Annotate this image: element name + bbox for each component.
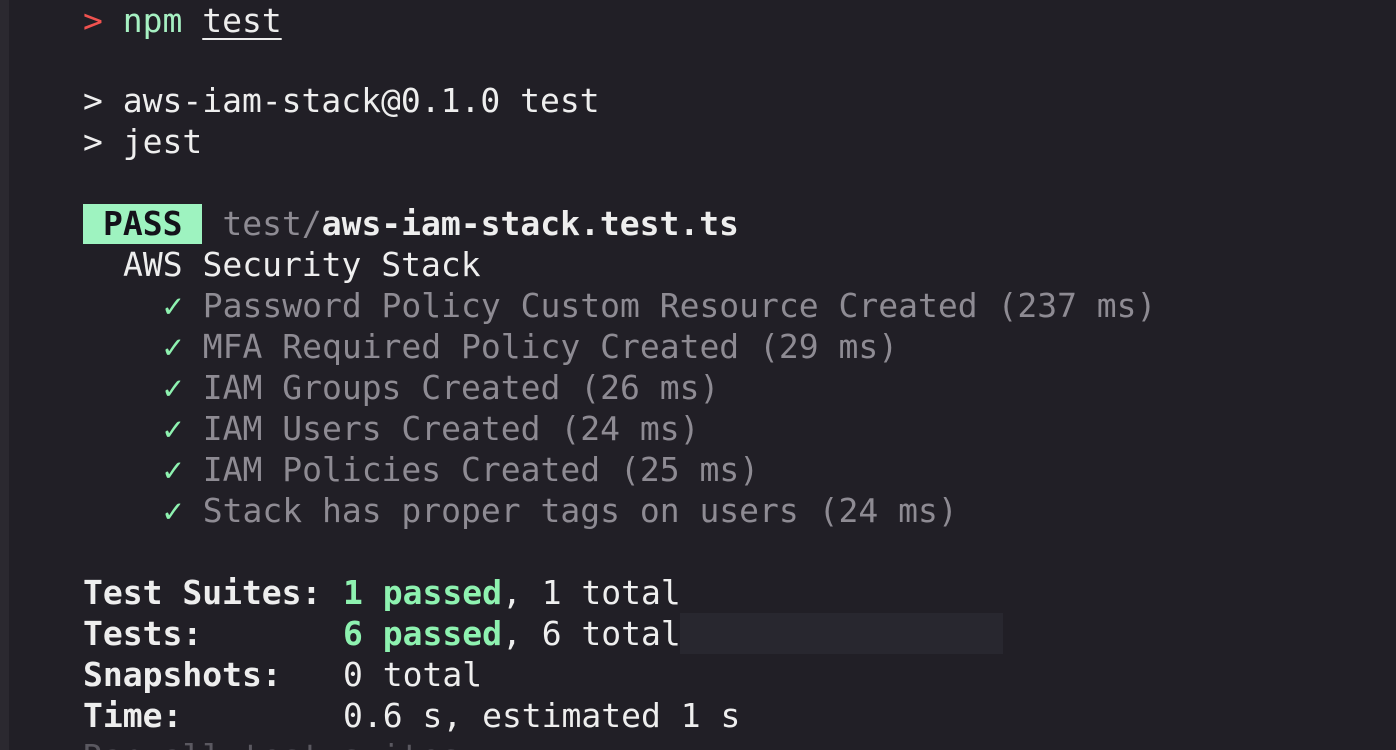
command-program: npm (122, 1, 183, 40)
summary-footer: Ran all test suites. (83, 736, 480, 750)
summary-time: Time: 0.6 s, estimated 1 s (83, 695, 740, 736)
check-icon: ✓ (163, 327, 183, 366)
test-case-duration: (26 ms) (580, 368, 720, 407)
check-icon: ✓ (163, 368, 183, 407)
check-icon: ✓ (163, 491, 183, 530)
script-line: > aws-iam-stack@0.1.0 test (83, 81, 600, 120)
test-case-duration: (24 ms) (818, 491, 958, 530)
test-case-name: IAM Users Created (202, 409, 541, 448)
command-line: > npm test (83, 0, 282, 41)
test-case-duration: (29 ms) (759, 327, 899, 366)
test-case: ✓ IAM Groups Created (26 ms) (163, 367, 719, 408)
test-case: ✓ IAM Policies Created (25 ms) (163, 449, 759, 490)
summary-total: , 6 total (501, 614, 681, 653)
summary-snapshots: Snapshots: 0 total (83, 654, 482, 695)
test-file-dir: test/ (222, 204, 322, 243)
test-case-name: IAM Policies Created (202, 450, 601, 489)
command-argument: test (202, 1, 282, 40)
check-icon: ✓ (163, 409, 183, 448)
summary-label: Snapshots: (83, 655, 282, 694)
pass-badge: PASS (83, 204, 203, 244)
summary-label: Time: (83, 696, 183, 735)
prompt-symbol: > (83, 1, 103, 40)
summary-passed: 1 passed (343, 573, 502, 612)
test-case: ✓ Password Policy Custom Resource Create… (163, 285, 1156, 326)
summary-tests: Tests: 6 passed, 6 total (83, 613, 681, 654)
summary-label: Tests: (83, 614, 203, 653)
test-case-duration: (24 ms) (560, 409, 700, 448)
test-file-result: PASS test/aws-iam-stack.test.ts (83, 203, 739, 244)
summary-value: 0.6 s, estimated 1 s (343, 696, 741, 735)
summary-suites: Test Suites: 1 passed, 1 total (83, 572, 681, 613)
test-case-name: MFA Required Policy Created (202, 327, 740, 366)
test-case-duration: (237 ms) (997, 286, 1157, 325)
test-case: ✓ MFA Required Policy Created (29 ms) (163, 326, 898, 367)
summary-passed: 6 passed (343, 614, 502, 653)
summary-label: Test Suites: (83, 573, 322, 612)
check-icon: ✓ (163, 286, 183, 325)
cursor-line-highlight (680, 613, 1003, 654)
test-case-name: IAM Groups Created (202, 368, 561, 407)
summary-total: , 1 total (501, 573, 681, 612)
terminal-window[interactable]: > npm test > aws-iam-stack@0.1.0 test > … (0, 0, 1396, 750)
terminal-left-edge (0, 0, 9, 750)
test-case: ✓ Stack has proper tags on users (24 ms) (163, 490, 958, 531)
test-case: ✓ IAM Users Created (24 ms) (163, 408, 699, 449)
test-case-name: Stack has proper tags on users (202, 491, 799, 530)
test-file-name: aws-iam-stack.test.ts (321, 204, 739, 243)
test-case-name: Password Policy Custom Resource Created (202, 286, 978, 325)
suite-name: AWS Security Stack (123, 245, 481, 284)
summary-value: 0 total (343, 655, 483, 694)
test-case-duration: (25 ms) (619, 450, 760, 489)
check-icon: ✓ (163, 450, 183, 489)
script-line: > jest (83, 122, 203, 161)
